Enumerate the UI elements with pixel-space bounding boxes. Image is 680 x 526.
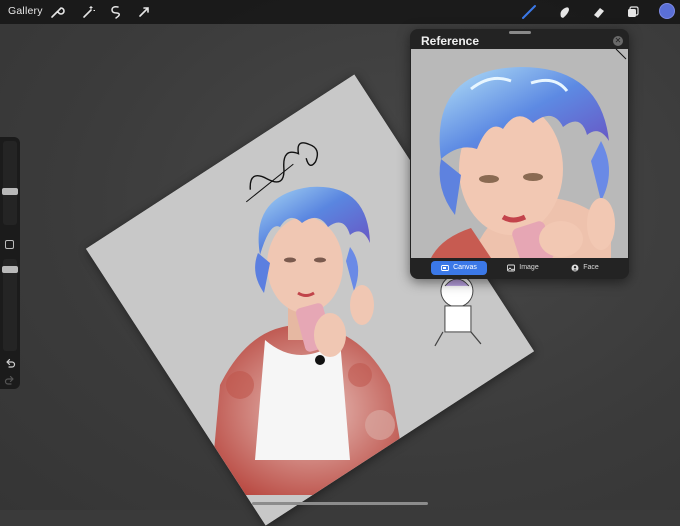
brush-size-handle[interactable]	[2, 188, 18, 195]
left-sidebar	[0, 137, 20, 389]
top-toolbar: Gallery	[0, 0, 680, 24]
reference-title: Reference	[421, 34, 480, 48]
tab-face[interactable]: Face	[560, 261, 610, 275]
modify-button[interactable]	[5, 240, 14, 249]
gallery-button[interactable]: Gallery	[8, 5, 43, 17]
home-indicator[interactable]	[252, 502, 428, 505]
opacity-handle[interactable]	[2, 266, 18, 273]
layers-icon[interactable]	[625, 4, 641, 20]
selection-icon[interactable]	[107, 4, 123, 20]
tab-face-label: Face	[583, 264, 599, 271]
tab-image[interactable]: Image	[496, 261, 550, 275]
reference-tabs: Canvas Image Face	[410, 260, 629, 279]
transform-icon[interactable]	[136, 4, 152, 20]
tab-canvas[interactable]: Canvas	[431, 261, 487, 275]
canvas-icon	[441, 264, 450, 272]
tab-image-label: Image	[519, 264, 539, 271]
face-icon	[571, 264, 579, 272]
eraser-icon[interactable]	[591, 4, 607, 20]
brush-icon[interactable]	[521, 4, 537, 20]
reference-drag-handle[interactable]	[509, 31, 531, 34]
brush-size-slider[interactable]	[3, 141, 17, 225]
reference-image[interactable]	[411, 49, 628, 258]
smudge-icon[interactable]	[556, 4, 572, 20]
close-icon[interactable]: ✕	[613, 36, 623, 46]
undo-icon[interactable]	[4, 357, 16, 369]
redo-icon[interactable]	[4, 374, 16, 386]
reference-panel[interactable]: Reference ✕ Canvas Image Face	[410, 29, 629, 279]
image-icon	[507, 264, 516, 272]
tab-canvas-label: Canvas	[453, 264, 477, 271]
color-picker-swatch[interactable]	[659, 3, 675, 19]
magic-wand-icon[interactable]	[80, 4, 96, 20]
wrench-icon[interactable]	[49, 4, 65, 20]
